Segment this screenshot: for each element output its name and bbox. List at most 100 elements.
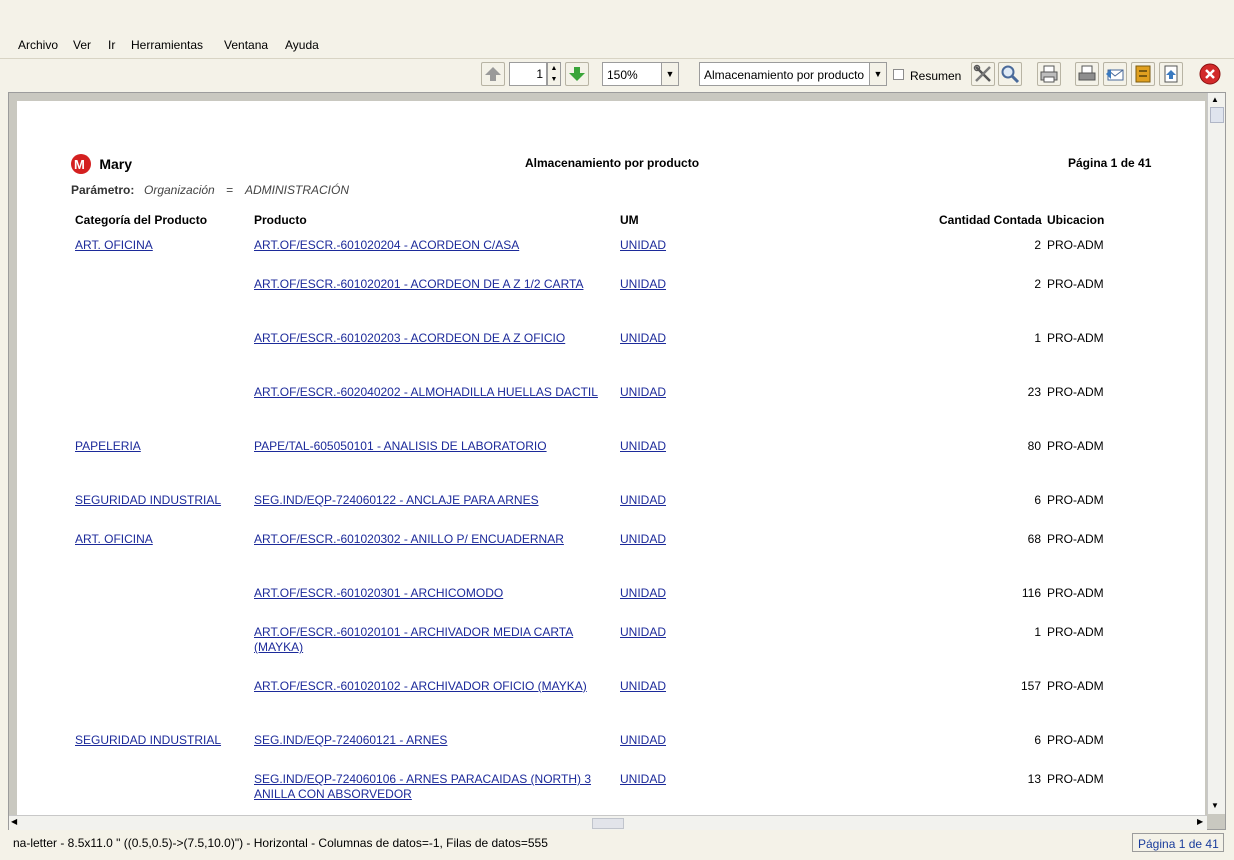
row-qty: 80: [1027, 439, 1041, 453]
tools-icon: [973, 64, 991, 82]
row-product[interactable]: ART.OF/ESCR.-601020101 - ARCHIVADOR MEDI…: [254, 625, 604, 655]
printer-icon: [1078, 65, 1096, 81]
company-logo: M Mary: [70, 153, 132, 175]
parameter-operator: =: [226, 183, 234, 197]
vertical-scrollbar[interactable]: ▲ ▼: [1207, 93, 1225, 814]
close-button[interactable]: [1198, 62, 1222, 86]
arrow-down-icon: [569, 67, 585, 81]
printer-icon: [1040, 65, 1058, 83]
export-button[interactable]: [1159, 62, 1183, 86]
page-number-input[interactable]: 1: [509, 62, 547, 86]
find-button[interactable]: [998, 62, 1022, 86]
row-um[interactable]: UNIDAD: [620, 331, 666, 345]
row-location: PRO-ADM: [1047, 439, 1104, 453]
email-icon: [1106, 69, 1124, 81]
status-text: na-letter - 8.5x11.0 " ((0.5,0.5)->(7.5,…: [13, 836, 548, 850]
scroll-down-icon[interactable]: ▼: [1211, 801, 1219, 810]
row-product[interactable]: SEG.IND/EQP-724060121 - ARNES: [254, 733, 447, 747]
row-category[interactable]: ART. OFICINA: [75, 532, 153, 546]
row-location: PRO-ADM: [1047, 277, 1104, 291]
row-um[interactable]: UNIDAD: [620, 277, 666, 291]
menu-bar: Archivo Ver Ir Herramientas Ventana Ayud…: [0, 32, 1234, 59]
summary-checkbox[interactable]: [893, 69, 904, 80]
export-icon: [1164, 65, 1178, 83]
row-qty: 157: [1020, 679, 1041, 693]
row-location: PRO-ADM: [1047, 733, 1104, 747]
row-category[interactable]: ART. OFICINA: [75, 238, 153, 252]
summary-label: Resumen: [910, 69, 962, 83]
next-page-button[interactable]: [565, 62, 589, 86]
row-qty: 1: [1034, 625, 1041, 639]
row-product[interactable]: SEG.IND/EQP-724060106 - ARNES PARACAIDAS…: [254, 772, 604, 802]
row-um[interactable]: UNIDAD: [620, 493, 666, 507]
report-title: Almacenamiento por producto: [525, 156, 700, 170]
horizontal-scroll-thumb[interactable]: [592, 818, 624, 829]
row-category[interactable]: SEGURIDAD INDUSTRIAL: [75, 493, 221, 507]
row-product[interactable]: ART.OF/ESCR.-601020102 - ARCHIVADOR OFIC…: [254, 679, 587, 693]
row-product[interactable]: ART.OF/ESCR.-601020203 - ACORDEON DE A Z…: [254, 331, 565, 345]
row-product[interactable]: ART.OF/ESCR.-601020204 - ACORDEON C/ASA: [254, 238, 519, 252]
menu-archivo[interactable]: Archivo: [18, 38, 58, 52]
menu-ventana[interactable]: Ventana: [224, 38, 268, 52]
logo-text: Mary: [99, 156, 133, 172]
print-preview-button[interactable]: [1075, 62, 1099, 86]
customize-button[interactable]: [971, 62, 995, 86]
report-select[interactable]: Almacenamiento por producto ▼: [699, 62, 887, 86]
row-category[interactable]: SEGURIDAD INDUSTRIAL: [75, 733, 221, 747]
scroll-right-icon[interactable]: ▶: [1197, 817, 1203, 826]
chevron-down-icon: ▼: [869, 63, 886, 85]
row-um[interactable]: UNIDAD: [620, 679, 666, 693]
menu-ir[interactable]: Ir: [108, 38, 115, 52]
row-product[interactable]: PAPE/TAL-605050101 - ANALISIS DE LABORAT…: [254, 439, 547, 453]
row-um[interactable]: UNIDAD: [620, 733, 666, 747]
chevron-down-icon: ▼: [661, 63, 678, 85]
row-um[interactable]: UNIDAD: [620, 772, 666, 786]
menu-ver[interactable]: Ver: [73, 38, 91, 52]
row-qty: 2: [1034, 238, 1041, 252]
row-location: PRO-ADM: [1047, 493, 1104, 507]
vertical-scroll-thumb[interactable]: [1210, 107, 1224, 123]
row-product[interactable]: ART.OF/ESCR.-602040202 - ALMOHADILLA HUE…: [254, 385, 598, 399]
row-product[interactable]: SEG.IND/EQP-724060122 - ANCLAJE PARA ARN…: [254, 493, 539, 507]
row-um[interactable]: UNIDAD: [620, 439, 666, 453]
arrow-up-icon: [485, 67, 501, 81]
scroll-up-icon[interactable]: ▲: [1211, 95, 1219, 104]
zoom-value: 150%: [607, 68, 638, 82]
row-um[interactable]: UNIDAD: [620, 385, 666, 399]
logo-icon: M: [71, 154, 91, 174]
report-page-label: Página 1 de 41: [1068, 156, 1152, 170]
column-header-product: Producto: [254, 213, 307, 227]
menu-herramientas[interactable]: Herramientas: [131, 38, 203, 52]
row-category[interactable]: PAPELERIA: [75, 439, 141, 453]
scroll-left-icon[interactable]: ◀: [11, 817, 17, 826]
toolbar: 1 ▲ ▼ 150% ▼ Almacenamiento por producto …: [0, 58, 1234, 92]
row-product[interactable]: ART.OF/ESCR.-601020301 - ARCHICOMODO: [254, 586, 503, 600]
send-email-button[interactable]: [1103, 62, 1127, 86]
menu-ayuda[interactable]: Ayuda: [285, 38, 319, 52]
zoom-select[interactable]: 150% ▼: [602, 62, 679, 86]
row-location: PRO-ADM: [1047, 331, 1104, 345]
page-spinner[interactable]: ▲ ▼: [547, 62, 561, 86]
close-icon: [1199, 63, 1221, 85]
row-um[interactable]: UNIDAD: [620, 532, 666, 546]
row-location: PRO-ADM: [1047, 625, 1104, 639]
horizontal-scrollbar[interactable]: ◀ ▶: [9, 815, 1207, 830]
row-um[interactable]: UNIDAD: [620, 238, 666, 252]
search-icon: [1001, 65, 1020, 84]
row-product[interactable]: ART.OF/ESCR.-601020201 - ACORDEON DE A Z…: [254, 277, 583, 291]
archive-icon: [1135, 65, 1151, 83]
window-titlebar: [0, 0, 1234, 32]
row-qty: 6: [1034, 493, 1041, 507]
row-qty: 68: [1027, 532, 1041, 546]
row-qty: 6: [1034, 733, 1041, 747]
row-product[interactable]: ART.OF/ESCR.-601020302 - ANILLO P/ ENCUA…: [254, 532, 564, 546]
row-location: PRO-ADM: [1047, 385, 1104, 399]
row-qty: 23: [1027, 385, 1041, 399]
row-um[interactable]: UNIDAD: [620, 586, 666, 600]
print-button[interactable]: [1037, 62, 1061, 86]
row-um[interactable]: UNIDAD: [620, 625, 666, 639]
column-header-um: UM: [620, 213, 639, 227]
archive-button[interactable]: [1131, 62, 1155, 86]
row-location: PRO-ADM: [1047, 586, 1104, 600]
previous-page-button[interactable]: [481, 62, 505, 86]
